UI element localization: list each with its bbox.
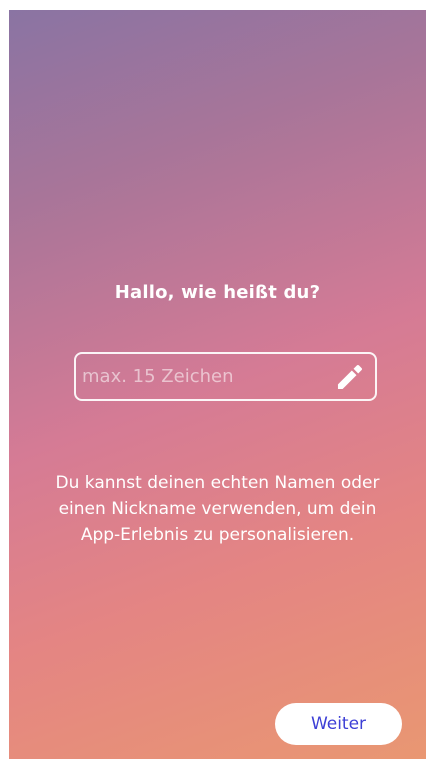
name-input[interactable] xyxy=(82,354,322,399)
name-input-container[interactable] xyxy=(74,352,377,401)
next-button[interactable]: Weiter xyxy=(275,703,402,745)
pencil-icon[interactable] xyxy=(333,360,367,394)
onboarding-screen: Hallo, wie heißt du? Du kannst deinen ec… xyxy=(9,10,426,759)
page-title: Hallo, wie heißt du? xyxy=(114,282,321,303)
description-text: Du kannst deinen echten Namen oder einen… xyxy=(55,473,380,545)
